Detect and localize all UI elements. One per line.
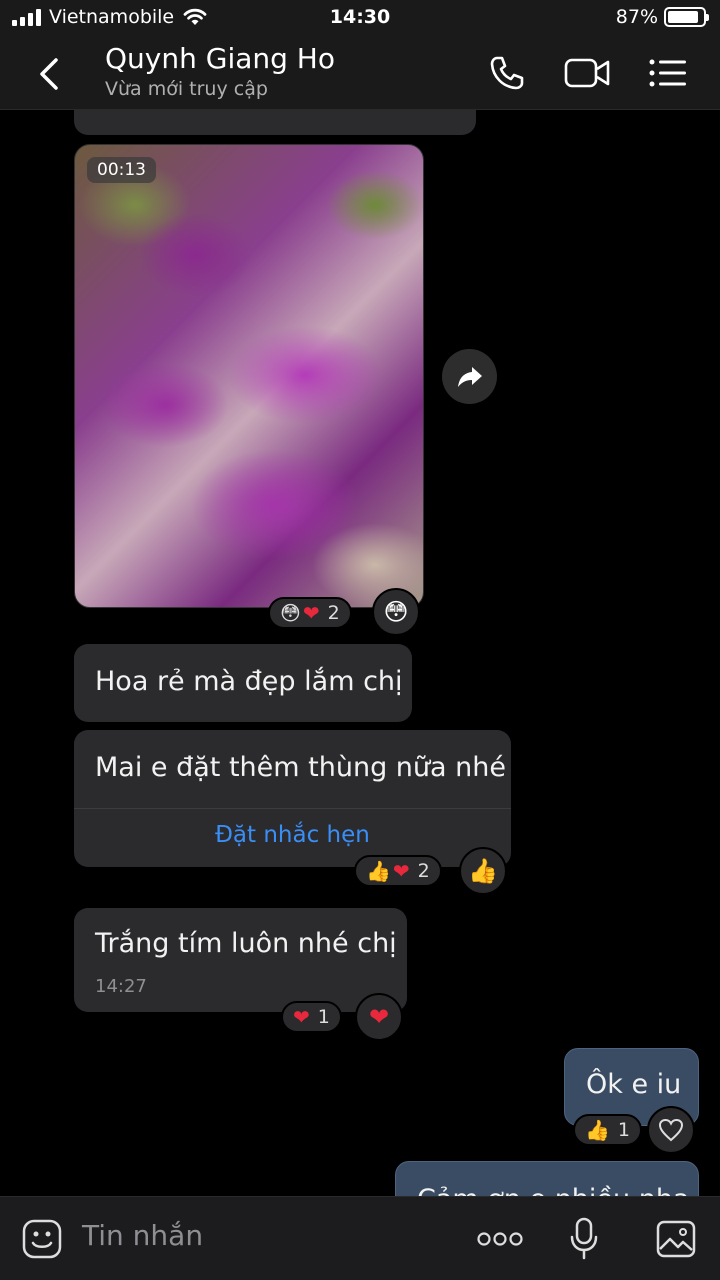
previous-message-bubble[interactable] [74,110,476,135]
message-bubble[interactable]: Trắng tím luôn nhé chị 14:27 [74,908,407,1012]
gallery-button[interactable] [654,1217,698,1261]
battery-icon [664,7,709,27]
more-dots-icon [477,1232,523,1246]
microphone-icon [570,1217,598,1260]
message-input[interactable]: Tin nhắn [82,1219,203,1252]
divider [74,808,511,809]
reaction-count: 1 [317,1006,330,1028]
video-message[interactable]: 00:13 [74,144,424,608]
set-reminder-link[interactable]: Đặt nhắc hẹn [74,822,511,848]
dizzy-face-emoji-icon: 😳 [383,598,409,626]
contact-name[interactable]: Quynh Giang Ho [105,42,335,75]
reaction-summary[interactable]: 😳 ❤ 2 [268,597,352,629]
heart-emoji-icon: ❤ [392,859,410,883]
reaction-count: 2 [327,602,340,624]
message-bubble[interactable]: Hoa rẻ mà đẹp lắm chị [74,644,412,722]
battery-info: 87% [615,6,709,28]
smiley-sticker-icon [22,1219,62,1259]
chevron-left-icon [40,58,58,90]
clock: 14:30 [329,6,391,28]
more-options-button[interactable] [476,1217,524,1261]
message-text: Trắng tím luôn nhé chị [95,928,397,959]
chat-messages[interactable]: 00:13 😳 ❤ 2 😳 Hoa rẻ mà đẹp lắm chị Mai … [0,110,720,1196]
share-forward-icon [457,366,482,387]
outgoing-message-bubble[interactable]: Cảm ơn e nhiều nha [395,1161,699,1196]
heart-emoji-icon: ❤ [293,1005,310,1029]
dizzy-face-emoji-icon: 😳 [280,601,301,625]
react-button[interactable] [647,1106,695,1154]
reaction-count: 1 [617,1119,630,1141]
reaction-summary[interactable]: 👍 1 [573,1114,642,1146]
voice-record-button[interactable] [566,1217,602,1261]
reaction-summary[interactable]: ❤ 1 [281,1001,342,1033]
react-button[interactable]: ❤ [355,993,403,1041]
heart-outline-icon [658,1118,684,1142]
contact-status: Vừa mới truy cập [105,78,268,100]
message-text: Ôk e iu [586,1069,682,1100]
message-time: 14:27 [95,976,147,997]
video-camera-icon [564,58,610,88]
list-menu-icon [649,59,686,87]
video-call-button[interactable] [562,52,612,94]
message-bubble[interactable]: Mai e đặt thêm thùng nữa nhé Đặt nhắc hẹ… [74,730,511,867]
menu-button[interactable] [646,52,690,94]
voice-call-button[interactable] [486,52,528,94]
thumbs-up-emoji-icon: 👍 [366,859,391,883]
sticker-button[interactable] [20,1217,64,1261]
back-button[interactable] [32,54,68,94]
reaction-summary[interactable]: 👍 ❤ 2 [354,855,442,887]
reaction-count: 2 [417,860,430,882]
message-text: Hoa rẻ mà đẹp lắm chị [95,666,403,697]
battery-percent: 87% [615,6,658,28]
video-duration: 00:13 [87,157,156,183]
message-text: Mai e đặt thêm thùng nữa nhé [95,752,506,783]
message-text: Cảm ơn e nhiều nha [417,1184,690,1196]
image-gallery-icon [656,1220,696,1258]
chat-header: Quynh Giang Ho Vừa mới truy cập [0,36,720,110]
thumbs-up-emoji-icon: 👍 [468,857,498,885]
message-input-bar: Tin nhắn [0,1196,720,1280]
heart-emoji-icon: ❤ [302,601,320,625]
react-button[interactable]: 😳 [372,588,420,636]
react-button[interactable]: 👍 [459,847,507,895]
heart-emoji-icon: ❤ [368,1003,390,1031]
thumbs-up-emoji-icon: 👍 [585,1118,610,1142]
phone-icon [490,56,524,90]
status-bar: Vietnamobile 14:30 87% [0,0,720,36]
forward-button[interactable] [442,349,497,404]
